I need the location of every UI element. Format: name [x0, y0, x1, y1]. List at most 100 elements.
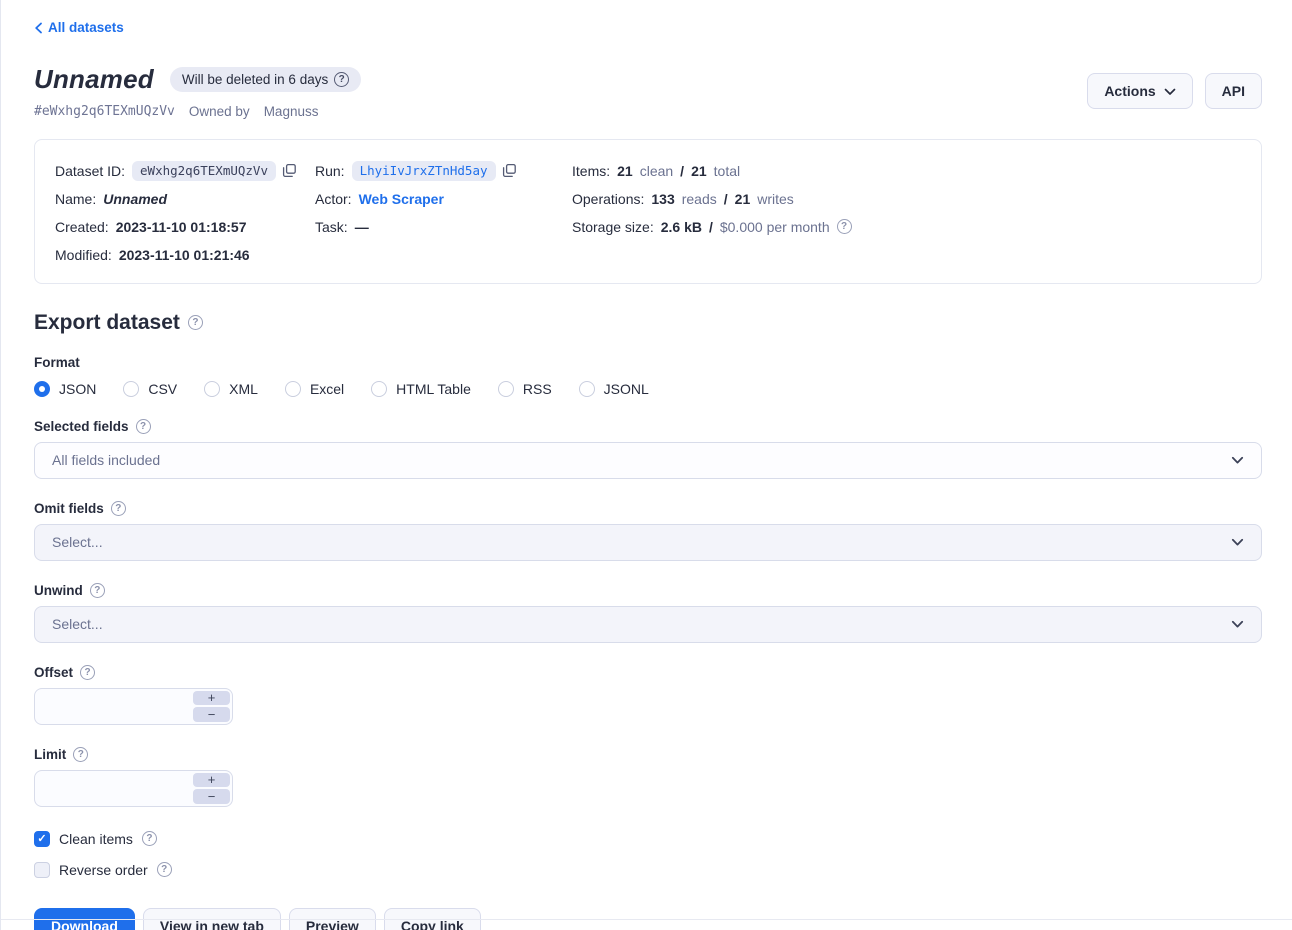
- actor-label: Actor:: [315, 191, 352, 207]
- help-icon[interactable]: ?: [111, 501, 126, 516]
- info-column-right: Items: 21 clean / 21 total Operations: 1…: [572, 157, 1241, 269]
- increment-button[interactable]: +: [193, 691, 230, 706]
- chevron-down-icon: [1231, 452, 1244, 468]
- unwind-label-text: Unwind: [34, 583, 83, 598]
- modified-row: Modified: 2023-11-10 01:21:46: [55, 241, 315, 269]
- breadcrumb-all-datasets[interactable]: All datasets: [34, 20, 124, 35]
- storage-size-value: 2.6 kB: [661, 219, 702, 235]
- header-buttons: Actions API: [1087, 73, 1262, 109]
- limit-input[interactable]: [35, 771, 190, 806]
- clean-items-checkbox[interactable]: [34, 831, 50, 847]
- info-column-left: Dataset ID: eWxhg2q6TEXmUQzVv Name: Unna…: [55, 157, 315, 269]
- items-total-suffix: total: [714, 163, 740, 179]
- items-clean-suffix: clean: [640, 163, 673, 179]
- modified-label: Modified:: [55, 247, 112, 263]
- offset-label-text: Offset: [34, 665, 73, 680]
- help-icon[interactable]: ?: [136, 419, 151, 434]
- help-icon[interactable]: ?: [90, 583, 105, 598]
- dataset-id-label: Dataset ID:: [55, 163, 125, 179]
- chevron-down-icon: [1164, 83, 1176, 99]
- help-icon[interactable]: ?: [142, 831, 157, 846]
- created-row: Created: 2023-11-10 01:18:57: [55, 213, 315, 241]
- chevron-down-icon: [1231, 534, 1244, 550]
- name-row: Name: Unnamed: [55, 185, 315, 213]
- format-radio-label: JSONL: [604, 381, 649, 397]
- decrement-button[interactable]: −: [193, 707, 230, 722]
- run-id-chip[interactable]: LhyiIvJrxZTnHd5ay: [352, 161, 496, 181]
- format-radio-excel[interactable]: Excel: [285, 381, 344, 397]
- format-radio-rss[interactable]: RSS: [498, 381, 552, 397]
- help-icon[interactable]: ?: [157, 862, 172, 877]
- help-icon[interactable]: ?: [334, 72, 349, 87]
- format-label: Format: [34, 355, 1262, 370]
- selected-fields-dropdown[interactable]: All fields included: [34, 442, 1262, 479]
- format-radio-label: CSV: [148, 381, 177, 397]
- items-row: Items: 21 clean / 21 total: [572, 157, 1241, 185]
- modified-value: 2023-11-10 01:21:46: [119, 247, 250, 263]
- radio-icon[interactable]: [285, 381, 301, 397]
- format-radio-jsonl[interactable]: JSONL: [579, 381, 649, 397]
- reverse-order-checkbox[interactable]: [34, 862, 50, 878]
- reads-count: 133: [651, 191, 674, 207]
- offset-input[interactable]: [35, 689, 190, 724]
- help-icon[interactable]: ?: [837, 219, 852, 234]
- slash: /: [709, 219, 713, 235]
- task-label: Task:: [315, 219, 348, 235]
- breadcrumb-label[interactable]: All datasets: [48, 20, 124, 35]
- actions-button-label: Actions: [1104, 83, 1155, 99]
- storage-cost-value: $0.000 per month: [720, 219, 830, 235]
- api-button[interactable]: API: [1205, 73, 1262, 109]
- storage-row: Storage size: 2.6 kB / $0.000 per month …: [572, 213, 1241, 241]
- deletion-badge-label: Will be deleted in 6 days: [182, 72, 328, 87]
- limit-stepper: + −: [34, 770, 233, 807]
- actor-row: Actor: Web Scraper: [315, 185, 572, 213]
- page-header: Unnamed Will be deleted in 6 days ? #eWx…: [34, 64, 1262, 119]
- dataset-id-row: Dataset ID: eWxhg2q6TEXmUQzVv: [55, 157, 315, 185]
- clean-items-row: Clean items ?: [34, 831, 1262, 847]
- help-icon[interactable]: ?: [188, 315, 203, 330]
- format-radio-group: JSON CSV XML Excel HTML Table RSS JSONL: [34, 381, 1262, 397]
- actor-link[interactable]: Web Scraper: [359, 191, 444, 207]
- owner-name: Magnuss: [264, 104, 319, 119]
- format-radio-label: Excel: [310, 381, 344, 397]
- created-value: 2023-11-10 01:18:57: [116, 219, 247, 235]
- writes-suffix: writes: [757, 191, 794, 207]
- unwind-placeholder: Select...: [52, 616, 103, 632]
- radio-icon[interactable]: [498, 381, 514, 397]
- increment-button[interactable]: +: [193, 773, 230, 788]
- copy-icon[interactable]: [282, 163, 297, 178]
- help-icon[interactable]: ?: [80, 665, 95, 680]
- format-radio-csv[interactable]: CSV: [123, 381, 177, 397]
- selected-fields-label: Selected fields ?: [34, 419, 1262, 434]
- reverse-order-label: Reverse order: [59, 862, 148, 878]
- dataset-detail-page: All datasets Unnamed Will be deleted in …: [0, 0, 1292, 930]
- radio-icon[interactable]: [34, 381, 50, 397]
- help-icon[interactable]: ?: [73, 747, 88, 762]
- actions-button[interactable]: Actions: [1087, 73, 1192, 109]
- run-row: Run: LhyiIvJrxZTnHd5ay: [315, 157, 572, 185]
- task-value: —: [355, 219, 369, 235]
- radio-icon[interactable]: [204, 381, 220, 397]
- slash: /: [680, 163, 684, 179]
- operations-label: Operations:: [572, 191, 644, 207]
- radio-icon[interactable]: [579, 381, 595, 397]
- radio-icon[interactable]: [123, 381, 139, 397]
- copy-icon[interactable]: [502, 163, 517, 178]
- chevron-down-icon: [1231, 616, 1244, 632]
- radio-icon[interactable]: [371, 381, 387, 397]
- dataset-info-panel: Dataset ID: eWxhg2q6TEXmUQzVv Name: Unna…: [34, 139, 1262, 284]
- format-radio-html-table[interactable]: HTML Table: [371, 381, 471, 397]
- unwind-dropdown[interactable]: Select...: [34, 606, 1262, 643]
- export-title: Export dataset: [34, 311, 180, 335]
- format-radio-json[interactable]: JSON: [34, 381, 96, 397]
- dataset-id-chip[interactable]: eWxhg2q6TEXmUQzVv: [132, 161, 276, 181]
- format-radio-label: RSS: [523, 381, 552, 397]
- clean-items-label: Clean items: [59, 831, 133, 847]
- storage-label: Storage size:: [572, 219, 654, 235]
- writes-count: 21: [735, 191, 751, 207]
- omit-fields-dropdown[interactable]: Select...: [34, 524, 1262, 561]
- limit-label: Limit ?: [34, 747, 1262, 762]
- decrement-button[interactable]: −: [193, 789, 230, 804]
- format-radio-xml[interactable]: XML: [204, 381, 258, 397]
- export-section-header: Export dataset ?: [34, 311, 1262, 335]
